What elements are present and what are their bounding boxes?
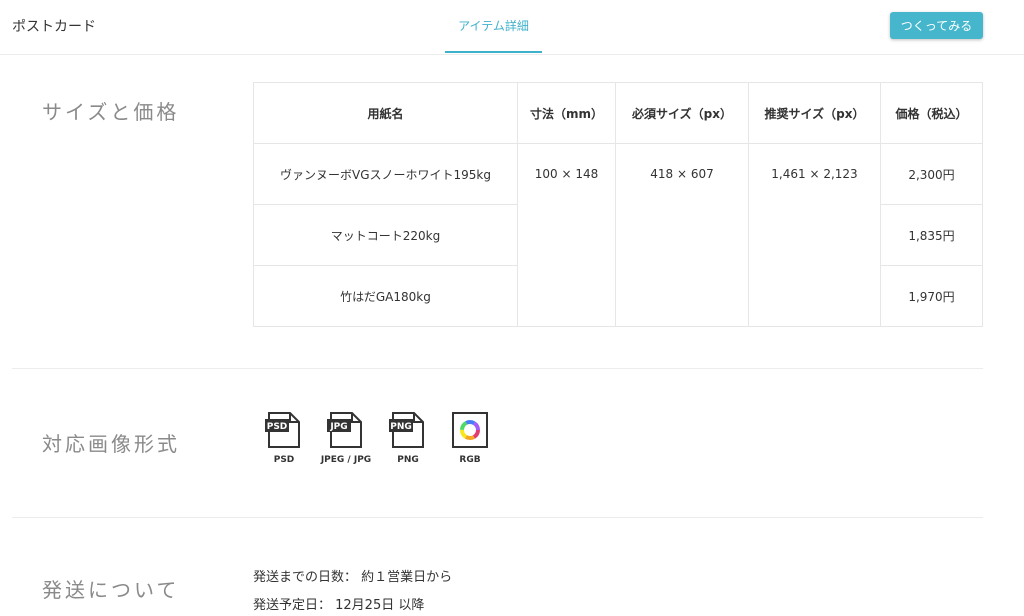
section-title-size-price: サイズと価格 — [42, 100, 180, 124]
format-item-psd: PSD PSD — [253, 411, 315, 465]
format-label: PSD — [273, 455, 295, 465]
table-header-row: 用紙名 寸法（mm） 必須サイズ（px） 推奨サイズ（px） 価格（税込） — [253, 82, 983, 144]
format-label: PNG — [397, 455, 419, 465]
format-label: RGB — [459, 455, 481, 465]
price-cell: 1,835円 — [880, 204, 983, 266]
shipping-date-text: 発送予定日： 12月25日 以降 — [253, 598, 425, 613]
format-item-png: PNG PNG — [377, 411, 439, 465]
jpg-file-icon: JPG — [327, 412, 362, 448]
section-title-shipping: 発送について — [42, 578, 180, 602]
page-brand-title: ポストカード — [12, 19, 96, 35]
section-divider — [12, 517, 983, 518]
paper-name-cell: 竹はだGA180kg — [253, 265, 518, 327]
column-header-price: 価格（税込） — [880, 82, 983, 144]
paper-name-cell: マットコート220kg — [253, 204, 518, 266]
format-item-rgb: RGB — [439, 411, 501, 465]
png-badge: PNG — [390, 422, 412, 432]
psd-badge: PSD — [267, 422, 288, 432]
column-header-required-size: 必須サイズ（px） — [615, 82, 749, 144]
tab-item-details[interactable]: アイテム詳細 — [445, 0, 542, 53]
column-header-recommended-size: 推奨サイズ（px） — [748, 82, 881, 144]
try-making-button[interactable]: つくってみる — [890, 12, 983, 39]
price-cell: 1,970円 — [880, 265, 983, 327]
column-header-paper: 用紙名 — [253, 82, 518, 144]
format-item-jpg: JPG JPEG / JPG — [315, 411, 377, 465]
supported-formats-list: PSD PSD JPG JPEG / JPG PNG PNG RGB — [253, 411, 501, 465]
price-table: 用紙名 寸法（mm） 必須サイズ（px） 推奨サイズ（px） 価格（税込） ヴァ… — [253, 82, 983, 327]
paper-name-cell: ヴァンヌーボVGスノーホワイト195kg — [253, 143, 518, 205]
rgb-color-wheel-icon — [452, 412, 488, 448]
price-cell: 2,300円 — [880, 143, 983, 205]
shipping-days-text: 発送までの日数： 約１営業日から — [253, 570, 453, 585]
psd-file-icon: PSD — [265, 412, 300, 448]
png-file-icon: PNG — [389, 412, 424, 448]
format-label: JPEG / JPG — [320, 455, 372, 465]
jpg-badge: JPG — [329, 422, 347, 432]
section-divider — [12, 368, 983, 369]
recommended-size-cell: 1,461 × 2,123 — [748, 143, 881, 327]
section-title-formats: 対応画像形式 — [42, 432, 180, 456]
required-size-cell: 418 × 607 — [615, 143, 749, 327]
dimension-cell: 100 × 148 — [517, 143, 616, 327]
table-row: ヴァンヌーボVGスノーホワイト195kg 100 × 148 418 × 607… — [253, 143, 983, 327]
column-header-dimension: 寸法（mm） — [517, 82, 616, 144]
header-bar: ポストカード アイテム詳細 つくってみる — [0, 0, 1024, 55]
